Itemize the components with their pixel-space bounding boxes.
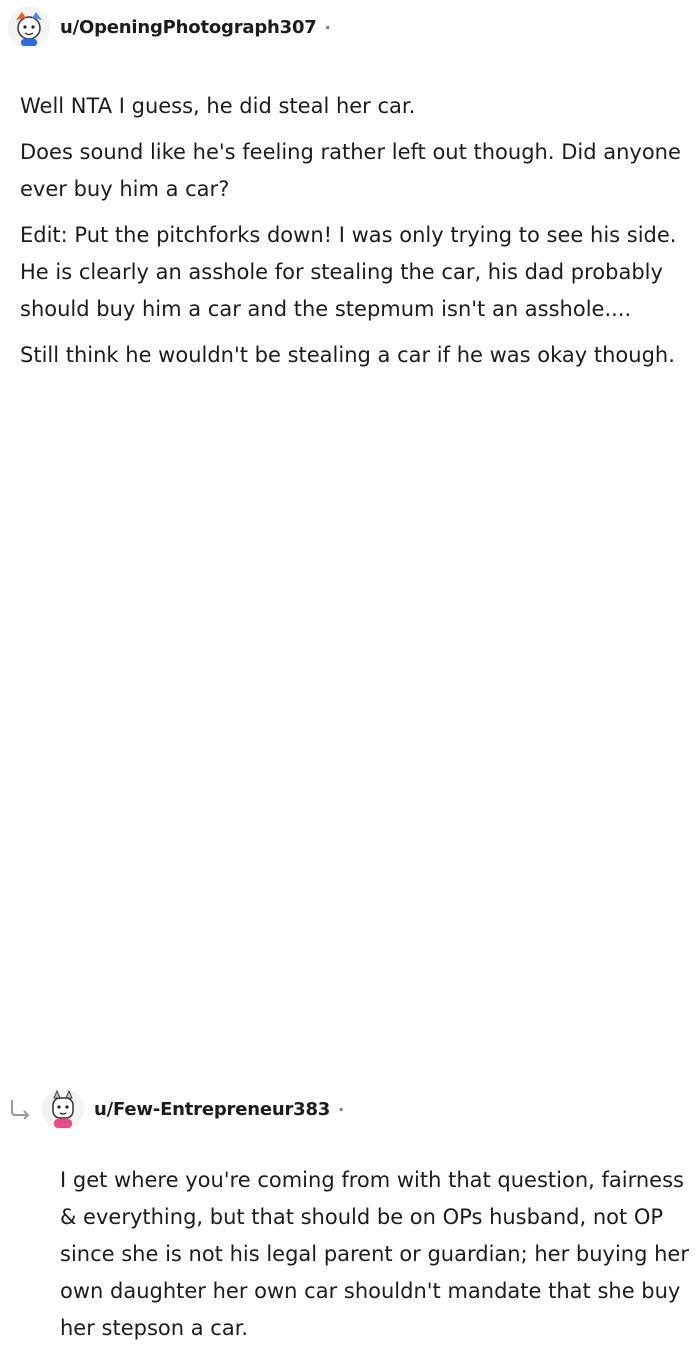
separator-dot: · — [324, 17, 331, 37]
comment-paragraph: Still think he wouldn't be stealing a ca… — [20, 343, 675, 367]
comment-header: u/OpeningPhotograph307 · — [8, 6, 331, 48]
comment-header: u/Few-Entrepreneur383 · — [8, 1088, 344, 1130]
username[interactable]: u/OpeningPhotograph307 — [60, 17, 317, 38]
comment-paragraph: I get where you're coming from with that… — [60, 1168, 689, 1340]
comment-body: I get where you're coming from with that… — [60, 1162, 700, 1356]
comment-paragraph: Well NTA I guess, he did steal her car. — [20, 94, 416, 118]
user-avatar-icon[interactable] — [42, 1088, 84, 1130]
separator-dot: · — [338, 1099, 345, 1119]
comment-paragraph: Edit: Put the pitchforks down! I was onl… — [20, 223, 677, 321]
username[interactable]: u/Few-Entrepreneur383 — [94, 1099, 330, 1120]
comment-paragraph: Does sound like he's feeling rather left… — [20, 140, 681, 201]
reply-arrow-icon — [11, 1100, 30, 1120]
comment-body: Well NTA I guess, he did steal her car. … — [20, 88, 700, 383]
user-avatar-icon[interactable] — [8, 6, 50, 48]
